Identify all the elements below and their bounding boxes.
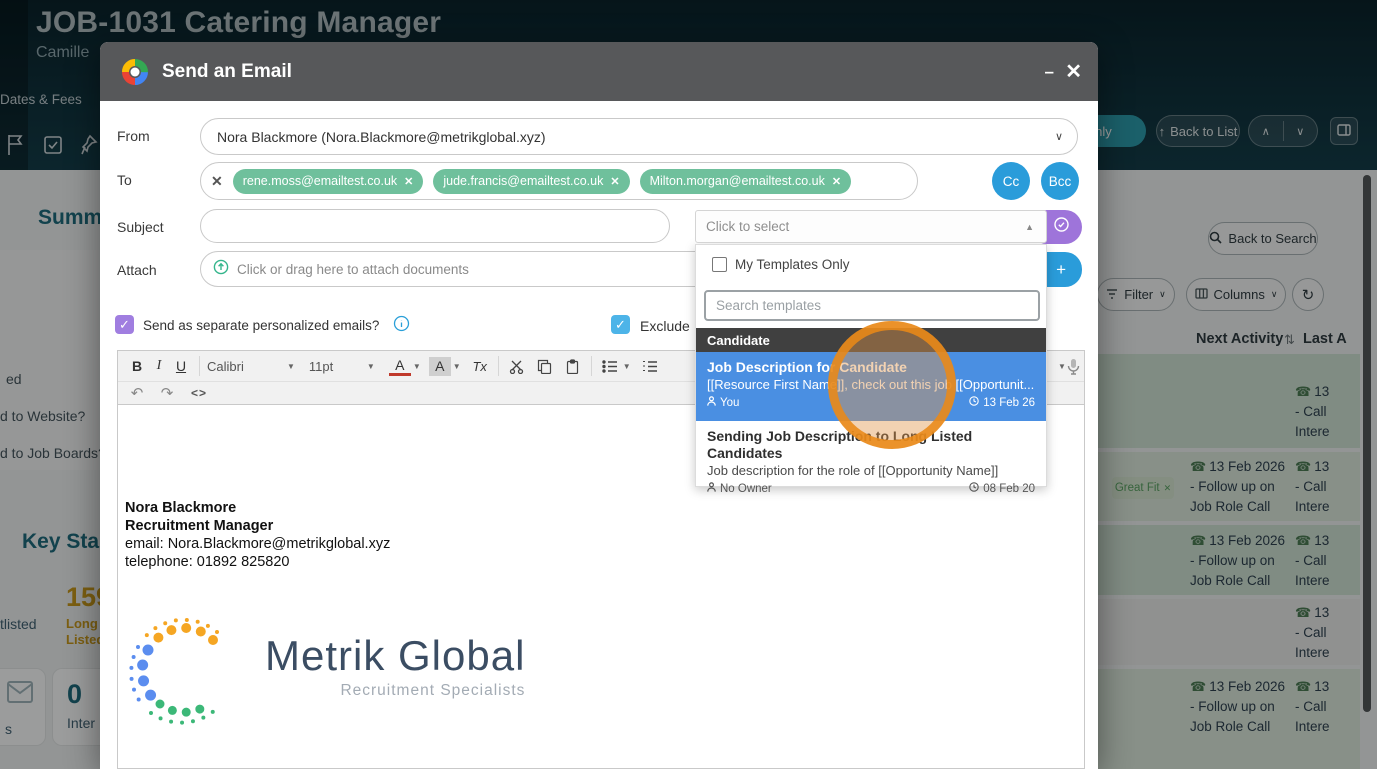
template-subtitle: Job description for the role of [[Opport…: [707, 463, 999, 478]
template-title: Sending Job Description to Long Listed C…: [707, 428, 973, 461]
email-signature: Nora Blackmore Recruitment Manager email…: [125, 499, 390, 571]
recipient-email: rene.moss@emailtest.co.uk: [242, 174, 398, 188]
template-search-input[interactable]: [704, 290, 1040, 321]
divider: [497, 356, 499, 376]
font-family-select[interactable]: Calibri: [207, 354, 285, 378]
redo-button[interactable]: ↷: [156, 381, 178, 405]
minimize-button[interactable]: –: [1045, 63, 1054, 80]
recipient-email: jude.francis@emailtest.co.uk: [443, 174, 604, 188]
clear-formatting-button[interactable]: Tx: [469, 354, 491, 378]
bold-button[interactable]: B: [126, 354, 148, 378]
upload-icon: [213, 259, 229, 280]
person-icon: [707, 396, 716, 409]
signature-email: email: Nora.Blackmore@metrikglobal.xyz: [125, 536, 391, 552]
chat-check-icon: [1053, 216, 1070, 238]
cc-button[interactable]: Cc: [992, 162, 1030, 200]
clock-icon: [969, 482, 979, 495]
close-button[interactable]: ✕: [1065, 62, 1082, 82]
attach-placeholder: Click or drag here to attach documents: [237, 261, 469, 277]
metrik-global-logo-icon: [125, 614, 237, 731]
cut-button[interactable]: [506, 354, 528, 378]
italic-button[interactable]: I: [148, 354, 170, 378]
template-placeholder: Click to select: [706, 219, 790, 234]
person-icon: [707, 482, 716, 495]
to-field[interactable]: ✕ rene.moss@emailtest.co.uk ✕ jude.franc…: [200, 162, 918, 200]
chevron-down-icon: ▼: [622, 361, 631, 371]
font-color-button[interactable]: A: [388, 357, 411, 376]
remove-icon[interactable]: ✕: [404, 175, 413, 188]
screen: JOB-1031 Catering Manager Camille Dates …: [0, 0, 1377, 769]
separate-emails-checkbox[interactable]: ✓: [115, 315, 134, 334]
subject-input[interactable]: [200, 209, 670, 243]
app-logo-icon: [122, 58, 148, 85]
my-templates-checkbox[interactable]: [712, 257, 727, 272]
divider: [590, 356, 592, 376]
chevron-down-icon: ▼: [1058, 361, 1066, 371]
exclude-label: Exclude: [640, 318, 690, 334]
paste-button[interactable]: [562, 354, 584, 378]
template-title: Job Description for Candidate: [707, 359, 907, 375]
remove-icon[interactable]: ✕: [610, 175, 619, 188]
modal-title: Send an Email: [162, 60, 292, 82]
separate-emails-label: Send as separate personalized emails?: [143, 318, 380, 333]
plus-icon: +: [1056, 259, 1066, 279]
recipient-chip[interactable]: jude.francis@emailtest.co.uk ✕: [433, 168, 630, 194]
template-dropdown-panel: My Templates Only Candidate Job Descript…: [695, 244, 1047, 495]
recipient-email: Milton.morgan@emailtest.co.uk: [649, 174, 825, 188]
bullet-list-button[interactable]: [599, 354, 621, 378]
exclude-checkbox[interactable]: ✓: [611, 315, 630, 334]
template-select[interactable]: Click to select ▲: [695, 210, 1047, 243]
modal-header: Send an Email – ✕: [100, 42, 1098, 101]
template-date: 13 Feb 26: [983, 396, 1035, 409]
chevron-down-icon: ▼: [366, 361, 375, 371]
chevron-up-icon: ▲: [1025, 221, 1034, 232]
bcc-button[interactable]: Bcc: [1041, 162, 1079, 200]
subject-label: Subject: [117, 219, 164, 235]
logo-title: Metrik Global: [265, 632, 526, 679]
template-group-header: Candidate: [696, 328, 1046, 352]
recipient-chip[interactable]: Milton.morgan@emailtest.co.uk ✕: [639, 168, 852, 194]
divider: [199, 356, 200, 376]
template-item[interactable]: Sending Job Description to Long Listed C…: [696, 421, 1046, 495]
undo-button[interactable]: ↶: [126, 381, 148, 405]
logo-tagline: Recruitment Specialists: [340, 682, 526, 699]
template-item-selected[interactable]: Job Description for Candidate [[Resource…: [696, 352, 1046, 421]
chevron-down-icon: ▼: [287, 361, 295, 371]
my-templates-label: My Templates Only: [735, 257, 850, 272]
signature-phone: telephone: 01892 825820: [125, 554, 290, 570]
to-label: To: [117, 172, 132, 188]
code-view-button[interactable]: <>: [188, 381, 210, 405]
signature-name: Nora Blackmore: [125, 500, 237, 516]
remove-icon[interactable]: ✕: [832, 175, 841, 188]
clear-all-icon[interactable]: ✕: [211, 173, 223, 190]
attach-label: Attach: [117, 262, 157, 278]
recipient-chip[interactable]: rene.moss@emailtest.co.uk ✕: [232, 168, 424, 194]
highlight-color-button[interactable]: A: [428, 356, 451, 376]
template-owner: You: [720, 396, 740, 409]
underline-button[interactable]: U: [170, 354, 192, 378]
font-size-select[interactable]: 11pt: [309, 354, 365, 378]
copy-button[interactable]: [534, 354, 556, 378]
chevron-down-icon: ▼: [412, 361, 421, 371]
company-logo: Metrik Global Recruitment Specialists: [125, 614, 525, 731]
from-select[interactable]: Nora Blackmore (Nora.Blackmore@metrikglo…: [200, 118, 1078, 155]
template-date: 08 Feb 20: [983, 482, 1035, 495]
template-owner: No Owner: [720, 482, 772, 495]
chevron-down-icon: ▼: [452, 361, 461, 371]
signature-role: Recruitment Manager: [125, 518, 274, 534]
clock-icon: [969, 396, 979, 409]
numbered-list-button[interactable]: [639, 354, 661, 378]
send-email-modal: Send an Email – ✕ From Nora Blackmore (N…: [100, 42, 1098, 769]
dictate-button[interactable]: ▼: [1056, 354, 1080, 378]
from-value: Nora Blackmore (Nora.Blackmore@metrikglo…: [217, 128, 546, 145]
template-subtitle: [[Resource First Name]], check out this …: [707, 377, 1035, 392]
from-label: From: [117, 128, 150, 144]
info-icon[interactable]: [393, 315, 410, 337]
chevron-down-icon: ∨: [1054, 131, 1063, 143]
my-templates-option[interactable]: My Templates Only: [712, 257, 850, 272]
